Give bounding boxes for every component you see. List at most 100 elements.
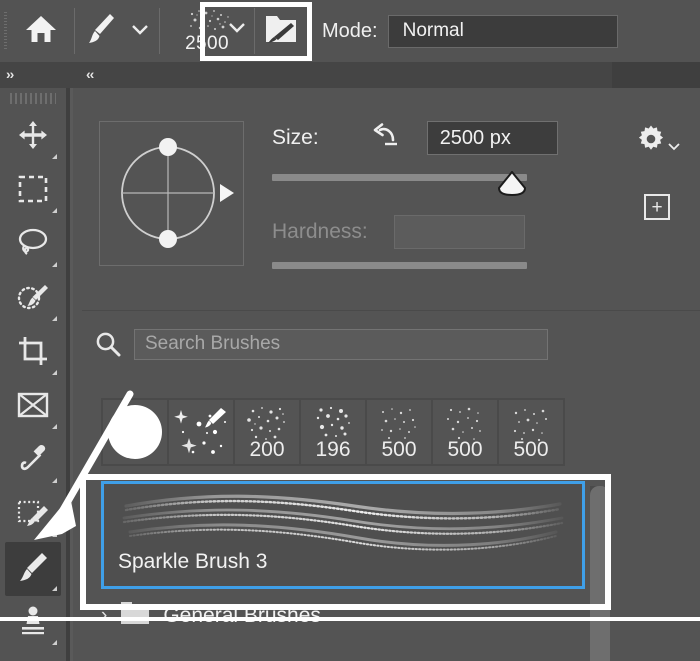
brush-preset-chevron-down-icon[interactable] <box>226 20 248 39</box>
blend-mode-select[interactable]: Normal <box>387 14 618 48</box>
tool-flyout-indicator <box>52 532 57 537</box>
toolbar-separator-4 <box>307 8 308 54</box>
blend-mode-label: Mode: <box>322 19 378 42</box>
preset-cell-round-brush[interactable] <box>103 400 167 464</box>
brush-list-scrollbar-track[interactable] <box>590 486 610 661</box>
tool-flyout-indicator <box>52 154 57 159</box>
preset-cell-200[interactable]: 200 <box>235 400 299 464</box>
brush-settings-panel-icon <box>264 12 298 51</box>
brush-size-slider-track[interactable] <box>272 174 527 181</box>
brush-settings-section: Size: 2500 px Hardness: + <box>82 88 700 310</box>
brush-item-label: Sparkle Brush 3 <box>118 550 268 573</box>
toolbar-edge-light <box>70 88 73 661</box>
preset-label: 500 <box>381 438 417 461</box>
brush-icon <box>87 11 117 52</box>
brush-list: Sparkle Brush 3 <box>101 481 661 589</box>
eyedropper-icon <box>18 444 48 479</box>
tool-flyout-indicator <box>52 586 57 591</box>
brush-folder-label: General Brushes <box>163 603 321 627</box>
tool-flyout-indicator <box>52 370 57 375</box>
toolbar-separator-2 <box>159 8 160 54</box>
sidebar-item-spot-healing-brush-tool[interactable] <box>5 488 61 542</box>
brush-list-item-sparkle-brush-3[interactable]: Sparkle Brush 3 <box>101 481 585 589</box>
healing-brush-icon <box>16 498 50 533</box>
search-input[interactable]: Search Brushes <box>134 328 548 360</box>
sidebar-item-move-tool[interactable] <box>5 110 61 164</box>
create-new-brush-button[interactable]: + <box>644 194 670 220</box>
chevron-down-icon <box>668 138 680 156</box>
search-icon <box>82 331 134 357</box>
preset-cell-500-c[interactable]: 500 <box>499 400 563 464</box>
sparkle-with-brush-icon <box>174 408 226 454</box>
sidebar-item-frame-tool[interactable] <box>5 380 61 434</box>
brush-size-value-input[interactable]: 2500 px <box>426 121 558 155</box>
brush-list-scrollbar-thumb[interactable] <box>590 486 610 661</box>
brush-hardness-value-input <box>393 215 525 249</box>
size-hardness-controls: Size: 2500 px Hardness: <box>272 121 652 282</box>
brush-preset-strip: 200 196 500 500 500 <box>101 398 565 466</box>
brush-size-slider-handle[interactable] <box>497 170 527 197</box>
home-button[interactable] <box>12 0 70 62</box>
tools-panel <box>0 88 66 661</box>
tool-flyout-indicator <box>52 478 57 483</box>
sparkle-brush-thumbnail <box>184 8 230 34</box>
hardness-label: Hardness: <box>272 220 368 243</box>
current-brush-tool-icon-button[interactable] <box>79 0 125 62</box>
sidebar-item-clone-stamp-tool[interactable] <box>5 596 61 650</box>
brush-folder-general-brushes[interactable]: › General Brushes <box>101 600 321 631</box>
clone-stamp-icon <box>18 606 48 641</box>
preset-cell-500-a[interactable]: 500 <box>367 400 431 464</box>
brush-preset-size-label: 2500 <box>185 32 229 54</box>
size-label: Size: <box>272 126 319 149</box>
folder-icon <box>119 600 151 631</box>
sidebar-item-brush-tool[interactable] <box>5 542 61 596</box>
tool-flyout-indicator <box>52 424 57 429</box>
tools-panel-gripper[interactable] <box>10 93 56 104</box>
preset-label: 500 <box>513 438 549 461</box>
sidebar-item-crop-tool[interactable] <box>5 326 61 380</box>
preset-label: 200 <box>249 438 285 461</box>
crop-icon <box>18 336 48 371</box>
brushes-panel: Size: 2500 px Hardness: + Search Brushes… <box>82 88 700 661</box>
preset-cell-sparkle-brush[interactable] <box>169 400 233 464</box>
brush-settings-panel-toggle-button[interactable] <box>259 0 303 62</box>
home-icon <box>24 14 58 49</box>
marquee-icon <box>18 175 48 208</box>
photoshop-brush-panel-screenshot: 2500 Mode: Normal ›› ‹‹ Size: 2500 px Ha… <box>0 0 700 661</box>
tool-flyout-indicator <box>52 262 57 267</box>
lasso-icon <box>17 228 49 263</box>
preset-label: 196 <box>315 438 351 461</box>
expand-toolbar-icon[interactable]: ›› <box>6 66 14 82</box>
preset-cell-196[interactable]: 196 <box>301 400 365 464</box>
toolbar-separator-3 <box>254 8 255 54</box>
chevron-right-icon[interactable]: › <box>101 605 107 627</box>
preset-cell-500-b[interactable]: 500 <box>433 400 497 464</box>
gear-icon <box>636 124 666 159</box>
brush-preset-picker[interactable]: 2500 <box>164 3 250 59</box>
sidebar-item-eyedropper-tool[interactable] <box>5 434 61 488</box>
panel-dock-strip: ›› ‹‹ <box>0 62 700 88</box>
sidebar-item-object-selection-tool[interactable] <box>5 272 61 326</box>
options-bar-gripper[interactable] <box>0 0 12 62</box>
sidebar-item-rectangular-marquee-tool[interactable] <box>5 164 61 218</box>
tool-flyout-indicator <box>52 640 57 645</box>
brush-hardness-slider-track <box>272 262 527 269</box>
brush-search-row: Search Brushes <box>82 311 700 377</box>
options-bar: 2500 Mode: Normal <box>0 0 700 62</box>
toolbar-separator-1 <box>74 8 75 54</box>
tool-flyout-indicator <box>52 316 57 321</box>
brush-preset-options-menu-button[interactable] <box>636 124 680 159</box>
quick-selection-icon <box>16 282 50 317</box>
brush-tool-dropdown-button[interactable] <box>125 0 155 62</box>
collapse-panel-icon[interactable]: ‹‹ <box>86 66 94 82</box>
brush-icon <box>16 551 50 588</box>
tool-flyout-indicator <box>52 208 57 213</box>
frame-icon <box>17 392 49 423</box>
move-icon <box>18 120 48 155</box>
brush-tip-angle-roundness-preview[interactable] <box>99 121 244 266</box>
reset-arrow-icon[interactable] <box>369 122 399 154</box>
sidebar-item-lasso-tool[interactable] <box>5 218 61 272</box>
chevron-down-icon <box>130 22 150 41</box>
solid-round-circle <box>108 405 162 459</box>
dock-strip-right-segment <box>612 62 700 88</box>
